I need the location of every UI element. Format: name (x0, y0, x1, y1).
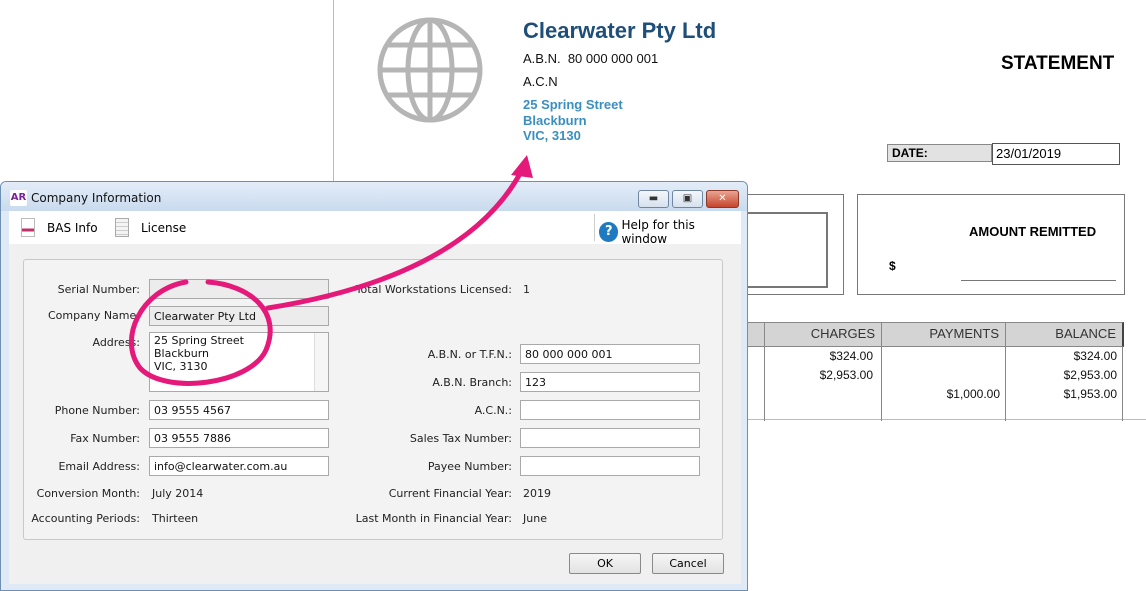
bas-document-icon (21, 218, 35, 237)
payee-label: Payee Number: (427, 460, 512, 473)
amount-remitted-label: AMOUNT REMITTED (969, 224, 1097, 239)
address-scrollbar[interactable] (314, 333, 328, 391)
statement-title: STATEMENT (1001, 53, 1115, 74)
address-line: 25 Spring Street (523, 97, 623, 112)
globe-logo-icon (377, 17, 483, 123)
col-payments: PAYMENTS (881, 322, 1006, 347)
workstations-value: 1 (523, 283, 530, 296)
payee-field[interactable] (520, 456, 700, 476)
dialog-title: Company Information (31, 191, 162, 205)
address-line: VIC, 3130 (523, 128, 581, 143)
accounting-periods-value: Thirteen (152, 512, 199, 525)
address-line: Blackburn (523, 113, 587, 128)
abn-field[interactable]: 80 000 000 001 (520, 344, 700, 364)
phone-field[interactable]: 03 9555 4567 (149, 400, 329, 420)
minimize-button[interactable]: ▬ (638, 190, 669, 208)
bas-info-button[interactable]: BAS Info (21, 218, 98, 237)
bas-info-label: BAS Info (47, 220, 98, 235)
license-button[interactable]: License (115, 218, 186, 237)
dialog-body: Serial Number: Company Name: Clearwater … (9, 244, 741, 584)
statement-table: CHARGES PAYMENTS BALANCE $324.00 $324.00 … (714, 322, 1124, 421)
acn-label: A.C.N (523, 74, 558, 89)
date-value: 23/01/2019 (992, 143, 1120, 165)
table-row: $2,953.00 $2,953.00 (819, 368, 1117, 382)
serial-field (149, 279, 329, 299)
ok-button[interactable]: OK (569, 553, 641, 574)
sales-tax-label: Sales Tax Number: (409, 432, 512, 445)
help-label: Help for this window (621, 218, 695, 246)
conversion-month-label: Conversion Month: (36, 487, 140, 500)
phone-label: Phone Number: (54, 404, 140, 417)
abn-value: 80 000 000 001 (567, 51, 659, 66)
conversion-month-value: July 2014 (152, 487, 204, 500)
abn-label: A.B.N. (523, 51, 561, 66)
sales-tax-field[interactable] (520, 428, 700, 448)
maximize-button[interactable]: ▣ (672, 190, 703, 208)
serial-label: Serial Number: (57, 283, 140, 296)
financial-year-label: Current Financial Year: (388, 487, 512, 500)
fax-field[interactable]: 03 9555 7886 (149, 428, 329, 448)
last-month-value: June (523, 512, 547, 525)
company-name: Clearwater Pty Ltd (523, 18, 717, 43)
license-label: License (141, 220, 187, 235)
table-row: $1,000.00 $1,953.00 (946, 387, 1117, 401)
company-info-panel: Serial Number: Company Name: Clearwater … (23, 259, 723, 540)
abn-branch-label: A.B.N. Branch: (432, 376, 512, 389)
toolbar: BAS Info License ? Help for this window (9, 211, 741, 246)
address-field[interactable]: 25 Spring Street Blackburn VIC, 3130 (149, 332, 329, 392)
help-icon: ? (599, 222, 619, 242)
email-label: Email Address: (58, 460, 140, 473)
abn-line: A.B.N. 80 000 000 001 (523, 51, 658, 66)
cancel-button[interactable]: Cancel (652, 553, 724, 574)
accounting-periods-label: Accounting Periods: (31, 512, 140, 525)
acn-field[interactable] (520, 400, 700, 420)
fax-label: Fax Number: (70, 432, 140, 445)
amount-line (961, 280, 1116, 281)
acn-label: A.C.N.: (474, 404, 512, 417)
address-label: Address: (92, 336, 140, 349)
date-label: DATE: (887, 144, 992, 162)
title-bar[interactable]: AR Company Information ▬ ▣ ✕ (1, 182, 747, 211)
financial-year-value: 2019 (523, 487, 551, 500)
close-button[interactable]: ✕ (706, 190, 739, 208)
email-field[interactable]: info@clearwater.com.au (149, 456, 329, 476)
app-icon: AR (10, 190, 27, 206)
col-charges: CHARGES (764, 322, 882, 347)
abn-label: A.B.N. or T.F.N.: (427, 348, 512, 361)
table-rows: $324.00 $324.00 $2,953.00 $2,953.00 $1,000… (764, 349, 1124, 406)
company-name-label: Company Name: (48, 309, 140, 322)
company-information-dialog: AR Company Information ▬ ▣ ✕ BAS Info Li… (0, 181, 748, 591)
table-row: $324.00 $324.00 (829, 349, 1117, 363)
workstations-label: Total Workstations Licensed: (355, 283, 512, 296)
last-month-label: Last Month in Financial Year: (355, 512, 512, 525)
license-document-icon (115, 218, 129, 237)
company-name-field[interactable]: Clearwater Pty Ltd (149, 306, 329, 326)
dollar-sign: $ (889, 259, 896, 273)
help-button[interactable]: ? Help for this window (599, 218, 741, 246)
amount-remitted-box: AMOUNT REMITTED $ (857, 194, 1125, 295)
abn-branch-field[interactable]: 123 (520, 372, 700, 392)
col-balance: BALANCE (1005, 322, 1124, 347)
